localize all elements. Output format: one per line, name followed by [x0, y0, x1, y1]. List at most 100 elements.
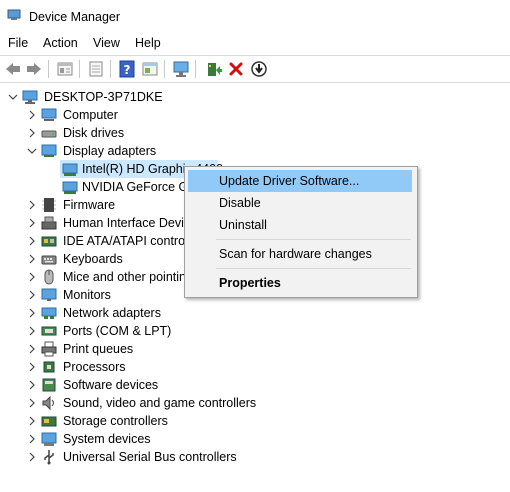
tree-item-display-adapters[interactable]: Display adapters — [0, 142, 300, 160]
disk-drive-icon — [41, 125, 57, 141]
display-adapter-icon — [41, 143, 57, 159]
title-bar: Device Manager — [0, 0, 510, 32]
menu-item-label: Uninstall — [219, 218, 267, 232]
scan-computer-icon[interactable] — [172, 60, 190, 78]
software-device-icon — [41, 377, 57, 393]
tree-item-computer[interactable]: Computer — [0, 106, 300, 124]
toolbar: ? — [0, 55, 510, 83]
tree-root[interactable]: DESKTOP-3P71DKE — [0, 88, 300, 106]
help-icon[interactable]: ? — [118, 60, 136, 78]
expand-chevron-icon[interactable] — [27, 412, 37, 430]
computer-icon — [22, 89, 38, 105]
expand-chevron-icon[interactable] — [27, 304, 37, 322]
menu-view[interactable]: View — [93, 36, 120, 50]
uninstall-icon[interactable] — [227, 60, 245, 78]
tree-item-disk-drives[interactable]: Disk drives — [0, 124, 300, 142]
network-adapter-icon — [41, 305, 57, 321]
menu-item-uninstall[interactable]: Uninstall — [188, 214, 412, 236]
menu-file[interactable]: File — [8, 36, 28, 50]
collapse-chevron-icon[interactable] — [8, 88, 18, 106]
expand-chevron-icon[interactable] — [27, 214, 37, 232]
print-icon[interactable] — [87, 60, 105, 78]
tree-item-label: Print queues — [63, 342, 134, 356]
menu-bar: File Action View Help — [0, 32, 510, 54]
menu-item-properties[interactable]: Properties — [188, 272, 412, 294]
expand-chevron-icon[interactable] — [27, 358, 37, 376]
display-adapter-icon — [62, 161, 78, 177]
expand-chevron-icon[interactable] — [27, 250, 37, 268]
tree-item-label: Disk drives — [63, 126, 125, 140]
tree-item-nvidia-geforce[interactable]: NVIDIA GeForce GT — [60, 178, 196, 196]
disable-icon[interactable] — [250, 60, 268, 78]
tree-item-usb-controllers[interactable]: Universal Serial Bus controllers — [0, 448, 300, 466]
expand-chevron-icon[interactable] — [27, 286, 37, 304]
tree-item-label: Display adapters — [63, 144, 157, 158]
tree-item-storage-controllers[interactable]: Storage controllers — [0, 412, 300, 430]
forward-icon[interactable] — [25, 60, 43, 78]
tree-item-label: Mice and other pointin — [63, 270, 186, 284]
expand-chevron-icon[interactable] — [27, 340, 37, 358]
context-menu: Update Driver Software... Disable Uninst… — [184, 166, 418, 298]
properties-icon[interactable] — [56, 60, 74, 78]
tree-item-network-adapters[interactable]: Network adapters — [0, 304, 300, 322]
tree-item-sound-video-game[interactable]: Sound, video and game controllers — [0, 394, 300, 412]
storage-controller-icon — [41, 413, 57, 429]
expand-chevron-icon[interactable] — [27, 430, 37, 448]
menu-separator — [216, 268, 411, 269]
collapse-chevron-icon[interactable] — [27, 142, 37, 160]
speaker-icon — [41, 395, 57, 411]
port-icon — [41, 323, 57, 339]
update-driver-icon[interactable] — [205, 60, 223, 78]
toolbar-separator — [164, 60, 165, 78]
tree-item-label: Human Interface Devic — [63, 216, 191, 230]
tree-item-label: Storage controllers — [63, 414, 168, 428]
firmware-icon — [41, 197, 57, 213]
ide-controller-icon — [41, 233, 57, 249]
menu-separator — [216, 239, 411, 240]
tree-item-label: Sound, video and game controllers — [63, 396, 257, 410]
device-manager-icon — [7, 9, 21, 21]
monitor-icon — [41, 287, 57, 303]
menu-action[interactable]: Action — [43, 36, 78, 50]
tree-item-ports[interactable]: Ports (COM & LPT) — [0, 322, 300, 340]
printer-icon — [41, 341, 57, 357]
tree-item-label: Processors — [63, 360, 126, 374]
menu-item-label: Disable — [219, 196, 261, 210]
toolbar-separator — [79, 60, 80, 78]
expand-chevron-icon[interactable] — [27, 322, 37, 340]
expand-chevron-icon[interactable] — [27, 124, 37, 142]
window-title: Device Manager — [29, 10, 121, 24]
expand-chevron-icon[interactable] — [27, 448, 37, 466]
tree-item-system-devices[interactable]: System devices — [0, 430, 300, 448]
keyboard-icon — [41, 251, 57, 267]
menu-item-label: Update Driver Software... — [219, 174, 360, 188]
expand-chevron-icon[interactable] — [27, 232, 37, 250]
menu-item-update-driver[interactable]: Update Driver Software... — [188, 170, 412, 192]
tree-item-processors[interactable]: Processors — [0, 358, 300, 376]
system-device-icon — [41, 431, 57, 447]
menu-item-label: Properties — [219, 276, 281, 290]
tree-item-label: Network adapters — [63, 306, 161, 320]
back-icon[interactable] — [4, 60, 22, 78]
tree-item-label: Ports (COM & LPT) — [63, 324, 172, 338]
expand-chevron-icon[interactable] — [27, 196, 37, 214]
show-hide-icon[interactable] — [141, 60, 159, 78]
tree-item-label: Keyboards — [63, 252, 123, 266]
processor-icon — [41, 359, 57, 375]
expand-chevron-icon[interactable] — [27, 106, 37, 124]
menu-help[interactable]: Help — [135, 36, 161, 50]
tree-item-print-queues[interactable]: Print queues — [0, 340, 300, 358]
tree-item-label: IDE ATA/ATAPI controll — [63, 234, 191, 248]
expand-chevron-icon[interactable] — [27, 376, 37, 394]
tree-item-label: Computer — [63, 108, 118, 122]
tree-item-software-devices[interactable]: Software devices — [0, 376, 300, 394]
expand-chevron-icon[interactable] — [27, 268, 37, 286]
menu-item-disable[interactable]: Disable — [188, 192, 412, 214]
svg-text:?: ? — [124, 63, 131, 77]
toolbar-separator — [48, 60, 49, 78]
expand-chevron-icon[interactable] — [27, 394, 37, 412]
tree-item-label: Software devices — [63, 378, 159, 392]
usb-icon — [41, 449, 57, 465]
menu-item-scan-hardware[interactable]: Scan for hardware changes — [188, 243, 412, 265]
computer-name: DESKTOP-3P71DKE — [44, 90, 163, 104]
